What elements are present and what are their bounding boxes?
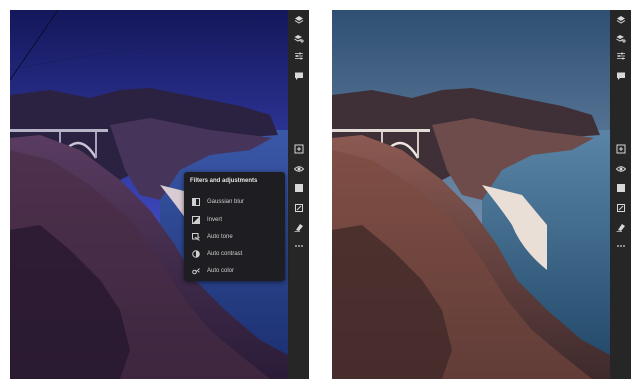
- menu-title: Filters and adjustments: [190, 178, 258, 184]
- visibility-eye-icon[interactable]: [291, 161, 306, 176]
- more-icon[interactable]: [613, 238, 628, 253]
- menu-item-label: Auto color: [207, 267, 235, 274]
- menu-item-label: Gaussian blur: [207, 198, 245, 205]
- comment-icon[interactable]: [291, 68, 306, 83]
- auto-color-icon: [191, 266, 201, 276]
- menu-item-auto-color[interactable]: Auto color: [184, 262, 285, 279]
- before-photo-panel: Filters and adjustments Gaussian blur In…: [10, 10, 309, 379]
- gaussian-blur-icon: [191, 197, 201, 207]
- menu-item-auto-contrast[interactable]: Auto contrast: [184, 245, 285, 262]
- add-icon[interactable]: [613, 141, 628, 156]
- menu-item-label: Auto contrast: [207, 250, 243, 257]
- erase-icon[interactable]: [613, 219, 628, 234]
- adjustments-sliders-icon[interactable]: [291, 48, 306, 63]
- auto-tone-icon: [191, 232, 201, 242]
- visibility-eye-icon[interactable]: [613, 161, 628, 176]
- erase-icon[interactable]: [291, 219, 306, 234]
- menu-item-label: Invert: [207, 216, 223, 223]
- auto-contrast-icon: [191, 249, 201, 259]
- mask-icon[interactable]: [613, 180, 628, 195]
- adjustments-sliders-icon[interactable]: [613, 48, 628, 63]
- left-toolbar: [288, 10, 309, 379]
- add-layer-icon[interactable]: [613, 30, 628, 45]
- right-toolbar: [610, 10, 631, 379]
- add-layer-icon[interactable]: [291, 30, 306, 45]
- layers-icon[interactable]: [613, 12, 628, 27]
- layers-icon[interactable]: [291, 12, 306, 27]
- menu-item-gaussian-blur[interactable]: Gaussian blur: [184, 193, 285, 210]
- add-icon[interactable]: [291, 141, 306, 156]
- after-photo-panel: [332, 10, 631, 379]
- transform-icon[interactable]: [291, 200, 306, 215]
- mask-icon[interactable]: [291, 180, 306, 195]
- after-photo: [332, 10, 610, 379]
- filters-adjustments-menu: Filters and adjustments Gaussian blur In…: [184, 172, 285, 281]
- more-icon[interactable]: [291, 238, 306, 253]
- transform-icon[interactable]: [613, 200, 628, 215]
- menu-item-auto-tone[interactable]: Auto tone: [184, 228, 285, 245]
- menu-item-invert[interactable]: Invert: [184, 211, 285, 228]
- comment-icon[interactable]: [613, 68, 628, 83]
- menu-item-label: Auto tone: [207, 233, 233, 240]
- invert-icon: [191, 215, 201, 225]
